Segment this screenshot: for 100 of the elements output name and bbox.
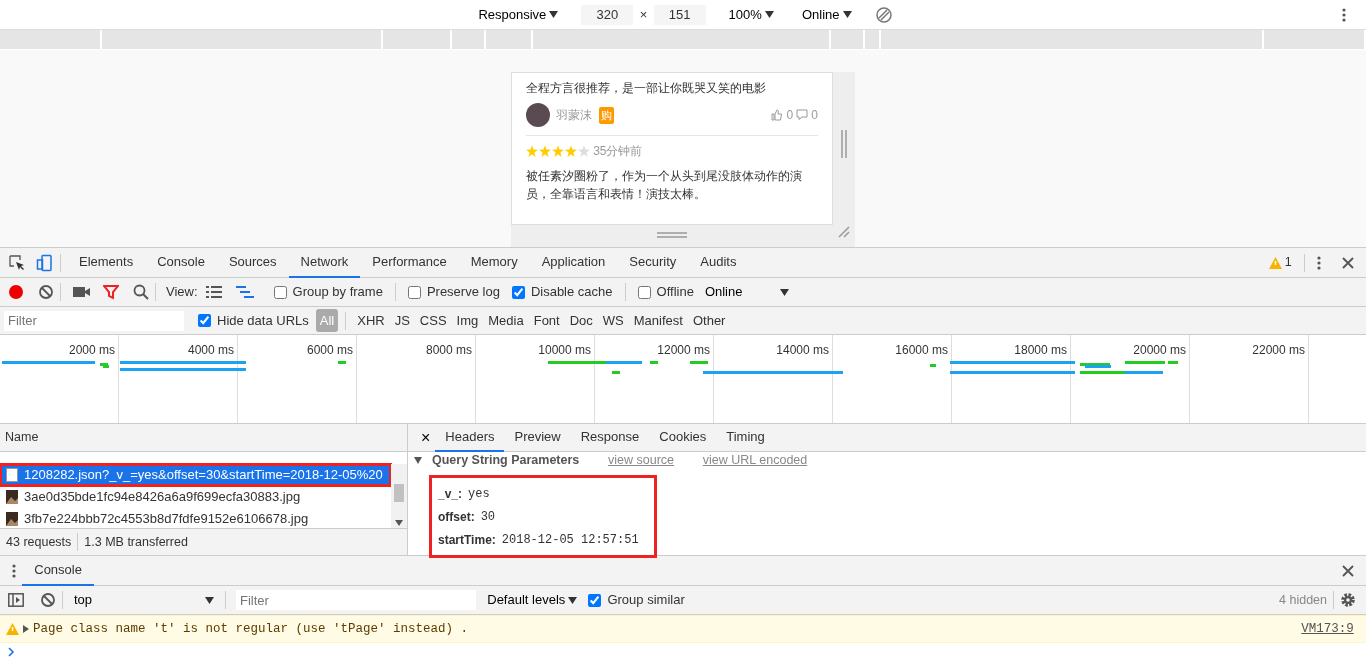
device-toggle-icon[interactable] (36, 253, 54, 272)
type-filter[interactable]: Font (529, 308, 564, 333)
clear-icon[interactable] (40, 592, 56, 608)
details-tab[interactable]: Preview (504, 423, 571, 452)
panel-tab[interactable]: Memory (458, 247, 530, 278)
checkbox-label[interactable]: Hide data URLs (217, 310, 309, 331)
close-icon[interactable] (1341, 256, 1354, 269)
type-filter[interactable]: CSS (415, 308, 451, 333)
request-row[interactable]: 1208282.json?_v_=yes&offset=30&startTime=2018-12-05%20 (0, 464, 391, 486)
type-filter[interactable]: Media (484, 308, 528, 333)
filter-field[interactable]: Filter (4, 310, 184, 331)
device-dropdown[interactable]: Responsive (473, 4, 564, 25)
thumbs-up-icon[interactable] (771, 109, 784, 122)
clear-icon[interactable] (38, 284, 54, 300)
corner-resize-icon[interactable] (838, 226, 850, 238)
waterfall-icon[interactable] (235, 286, 254, 298)
more-icon[interactable] (12, 563, 16, 578)
avatar (526, 103, 550, 128)
caret-icon (764, 11, 774, 18)
inspect-icon[interactable] (8, 253, 26, 272)
checkbox-label[interactable]: Offline (656, 282, 694, 302)
width-field[interactable]: 320 (581, 4, 634, 25)
panel-tab[interactable]: Security (617, 247, 689, 278)
checkbox[interactable] (588, 593, 602, 607)
close-button[interactable]: × (416, 425, 436, 450)
bottom-resize-handle-icon[interactable] (657, 232, 687, 238)
details-tab[interactable]: Cookies (649, 423, 717, 452)
request-row[interactable]: 3ae0d35bde1fc94e8426a6a9f699ecfa30883.jpg (0, 486, 391, 508)
search-icon[interactable] (133, 284, 149, 300)
details-tab[interactable]: Headers (435, 423, 505, 452)
type-filter[interactable]: JS (390, 308, 414, 333)
settings-icon[interactable] (1340, 592, 1356, 608)
scroll-down-icon[interactable] (395, 520, 403, 526)
large-rows-icon[interactable] (205, 286, 222, 298)
type-filter[interactable]: WS (598, 308, 628, 333)
timeline-tick-label: 6000 ms (306, 343, 353, 357)
type-filter[interactable]: XHR (353, 308, 389, 333)
throttle-dropdown[interactable]: Online (699, 282, 794, 302)
param-key: _v_: (438, 484, 463, 503)
details-tab[interactable]: Timing (716, 423, 775, 452)
close-icon[interactable] (1342, 564, 1354, 577)
record-icon[interactable] (8, 284, 24, 300)
checkbox[interactable] (637, 285, 651, 299)
checkbox-label[interactable]: Group similar (607, 590, 685, 610)
expand-arrow-icon[interactable] (414, 456, 422, 464)
checkbox-label[interactable]: Group by frame (292, 282, 383, 302)
details-tab[interactable]: Response (570, 423, 650, 452)
prompt-icon[interactable] (8, 647, 15, 657)
view-link[interactable]: view source (608, 450, 675, 470)
height-field[interactable]: 151 (653, 4, 706, 25)
like-count: 0 (786, 107, 794, 125)
type-filter[interactable]: Img (452, 308, 483, 333)
caret-icon (779, 288, 789, 296)
view-label: View: (166, 283, 198, 302)
timeline-tick-label: 10000 ms (538, 343, 591, 357)
timeline-tick-label: 12000 ms (657, 343, 710, 357)
section-title[interactable]: Query String Parameters (432, 450, 580, 470)
zoom-dropdown[interactable]: 100% (723, 4, 779, 25)
sidebar-toggle-icon[interactable] (8, 593, 24, 607)
checkbox[interactable] (273, 285, 287, 299)
type-filter[interactable]: Doc (565, 308, 597, 333)
panel-tab[interactable]: Performance (360, 247, 459, 278)
checkbox[interactable] (407, 285, 421, 299)
throttle-dropdown[interactable]: Online (796, 4, 857, 25)
context-dropdown[interactable]: top (69, 590, 219, 610)
timeline-tick-label: 2000 ms (68, 343, 115, 357)
checkbox-label[interactable]: Preserve log (426, 282, 500, 302)
camera-icon[interactable] (73, 285, 91, 299)
caret-icon (568, 596, 578, 604)
more-icon[interactable] (1342, 7, 1346, 22)
panel-tab[interactable]: Console (145, 247, 217, 278)
console-filter-field[interactable]: Filter (236, 590, 476, 610)
expand-arrow-icon[interactable] (23, 625, 29, 633)
panel-tab[interactable]: Sources (216, 247, 289, 278)
param-value: 30 (480, 508, 496, 526)
view-link[interactable]: view URL encoded (702, 450, 808, 470)
panel-tab[interactable]: Elements (67, 247, 146, 278)
checkbox-label[interactable]: Disable cache (530, 282, 613, 302)
purchase-badge: 购 (598, 107, 614, 124)
image-thumbnail-icon (6, 512, 18, 526)
warning-counter[interactable]: 1 (1268, 253, 1292, 272)
warning-icon (1268, 256, 1282, 269)
resize-handle-icon[interactable] (841, 130, 847, 158)
caret-icon (549, 11, 559, 18)
checkbox[interactable] (198, 314, 211, 327)
panel-tab[interactable]: Application (529, 247, 618, 278)
request-row[interactable]: 3fb7e224bbb72c4553b8d7fdfe9152e6106678.jpg (0, 508, 391, 528)
levels-dropdown[interactable]: Default levels (482, 590, 583, 610)
request-count: 43 requests (6, 533, 72, 551)
rotate-icon[interactable] (874, 5, 893, 24)
scrollbar[interactable] (391, 464, 407, 528)
type-filter[interactable]: Other (688, 308, 730, 333)
timeline-tick-label: 16000 ms (895, 343, 948, 357)
panel-tab[interactable]: Audits (688, 247, 749, 278)
column-header[interactable]: Name (0, 424, 407, 452)
type-filter[interactable]: Manifest (629, 308, 687, 333)
filter-icon[interactable] (103, 284, 119, 300)
more-icon[interactable] (1317, 255, 1322, 270)
source-link[interactable]: VM173:9 (1301, 619, 1354, 639)
checkbox[interactable] (511, 285, 525, 299)
